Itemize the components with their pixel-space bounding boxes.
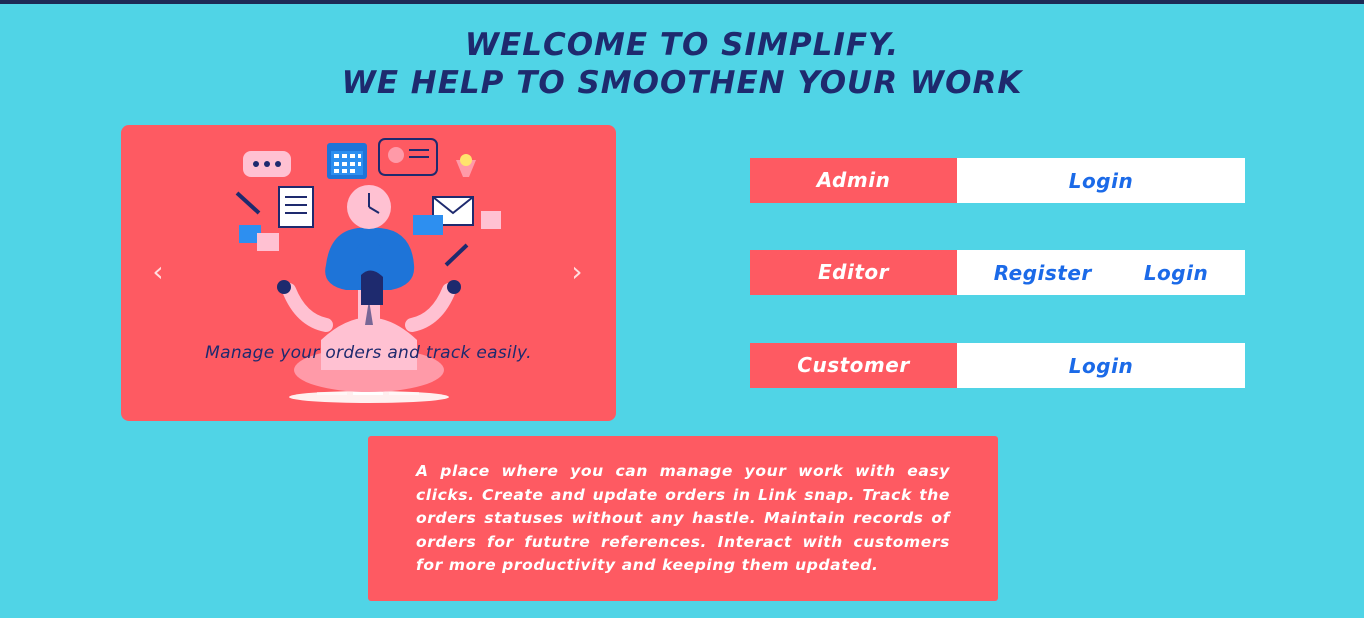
admin-label: Admin — [750, 158, 957, 203]
editor-actions: Register Login — [957, 250, 1245, 295]
top-border — [0, 0, 1364, 4]
multitasking-illustration — [235, 138, 501, 403]
editor-login-link[interactable]: Login — [1144, 261, 1208, 285]
chevron-right-icon[interactable]: › — [562, 257, 592, 287]
indicator-1[interactable] — [317, 392, 347, 395]
about-text: A place where you can manage your work w… — [416, 462, 950, 575]
admin-actions: Login — [957, 158, 1245, 203]
editor-register-link[interactable]: Register — [994, 261, 1092, 285]
editor-label: Editor — [750, 250, 957, 295]
editor-row: Editor Register Login — [750, 250, 1245, 295]
page-title: WELCOME TO SIMPLIFY. WE HELP TO SMOOTHEN… — [0, 26, 1364, 102]
carousel-indicators — [317, 392, 421, 396]
carousel-caption: Manage your orders and track easily. — [205, 343, 532, 363]
title-line-2: WE HELP TO SMOOTHEN YOUR WORK — [341, 65, 1023, 101]
customer-login-link[interactable]: Login — [1069, 354, 1133, 378]
image-carousel[interactable]: Manage your orders and track easily. ‹ › — [121, 125, 616, 421]
admin-login-link[interactable]: Login — [1069, 169, 1133, 193]
customer-actions: Login — [957, 343, 1245, 388]
indicator-2[interactable] — [353, 392, 383, 395]
indicator-3[interactable] — [389, 392, 419, 395]
about-panel: A place where you can manage your work w… — [368, 436, 998, 601]
admin-row: Admin Login — [750, 158, 1245, 203]
chevron-left-icon[interactable]: ‹ — [143, 257, 173, 287]
title-line-1: WELCOME TO SIMPLIFY. — [464, 27, 900, 63]
customer-row: Customer Login — [750, 343, 1245, 388]
customer-label: Customer — [750, 343, 957, 388]
